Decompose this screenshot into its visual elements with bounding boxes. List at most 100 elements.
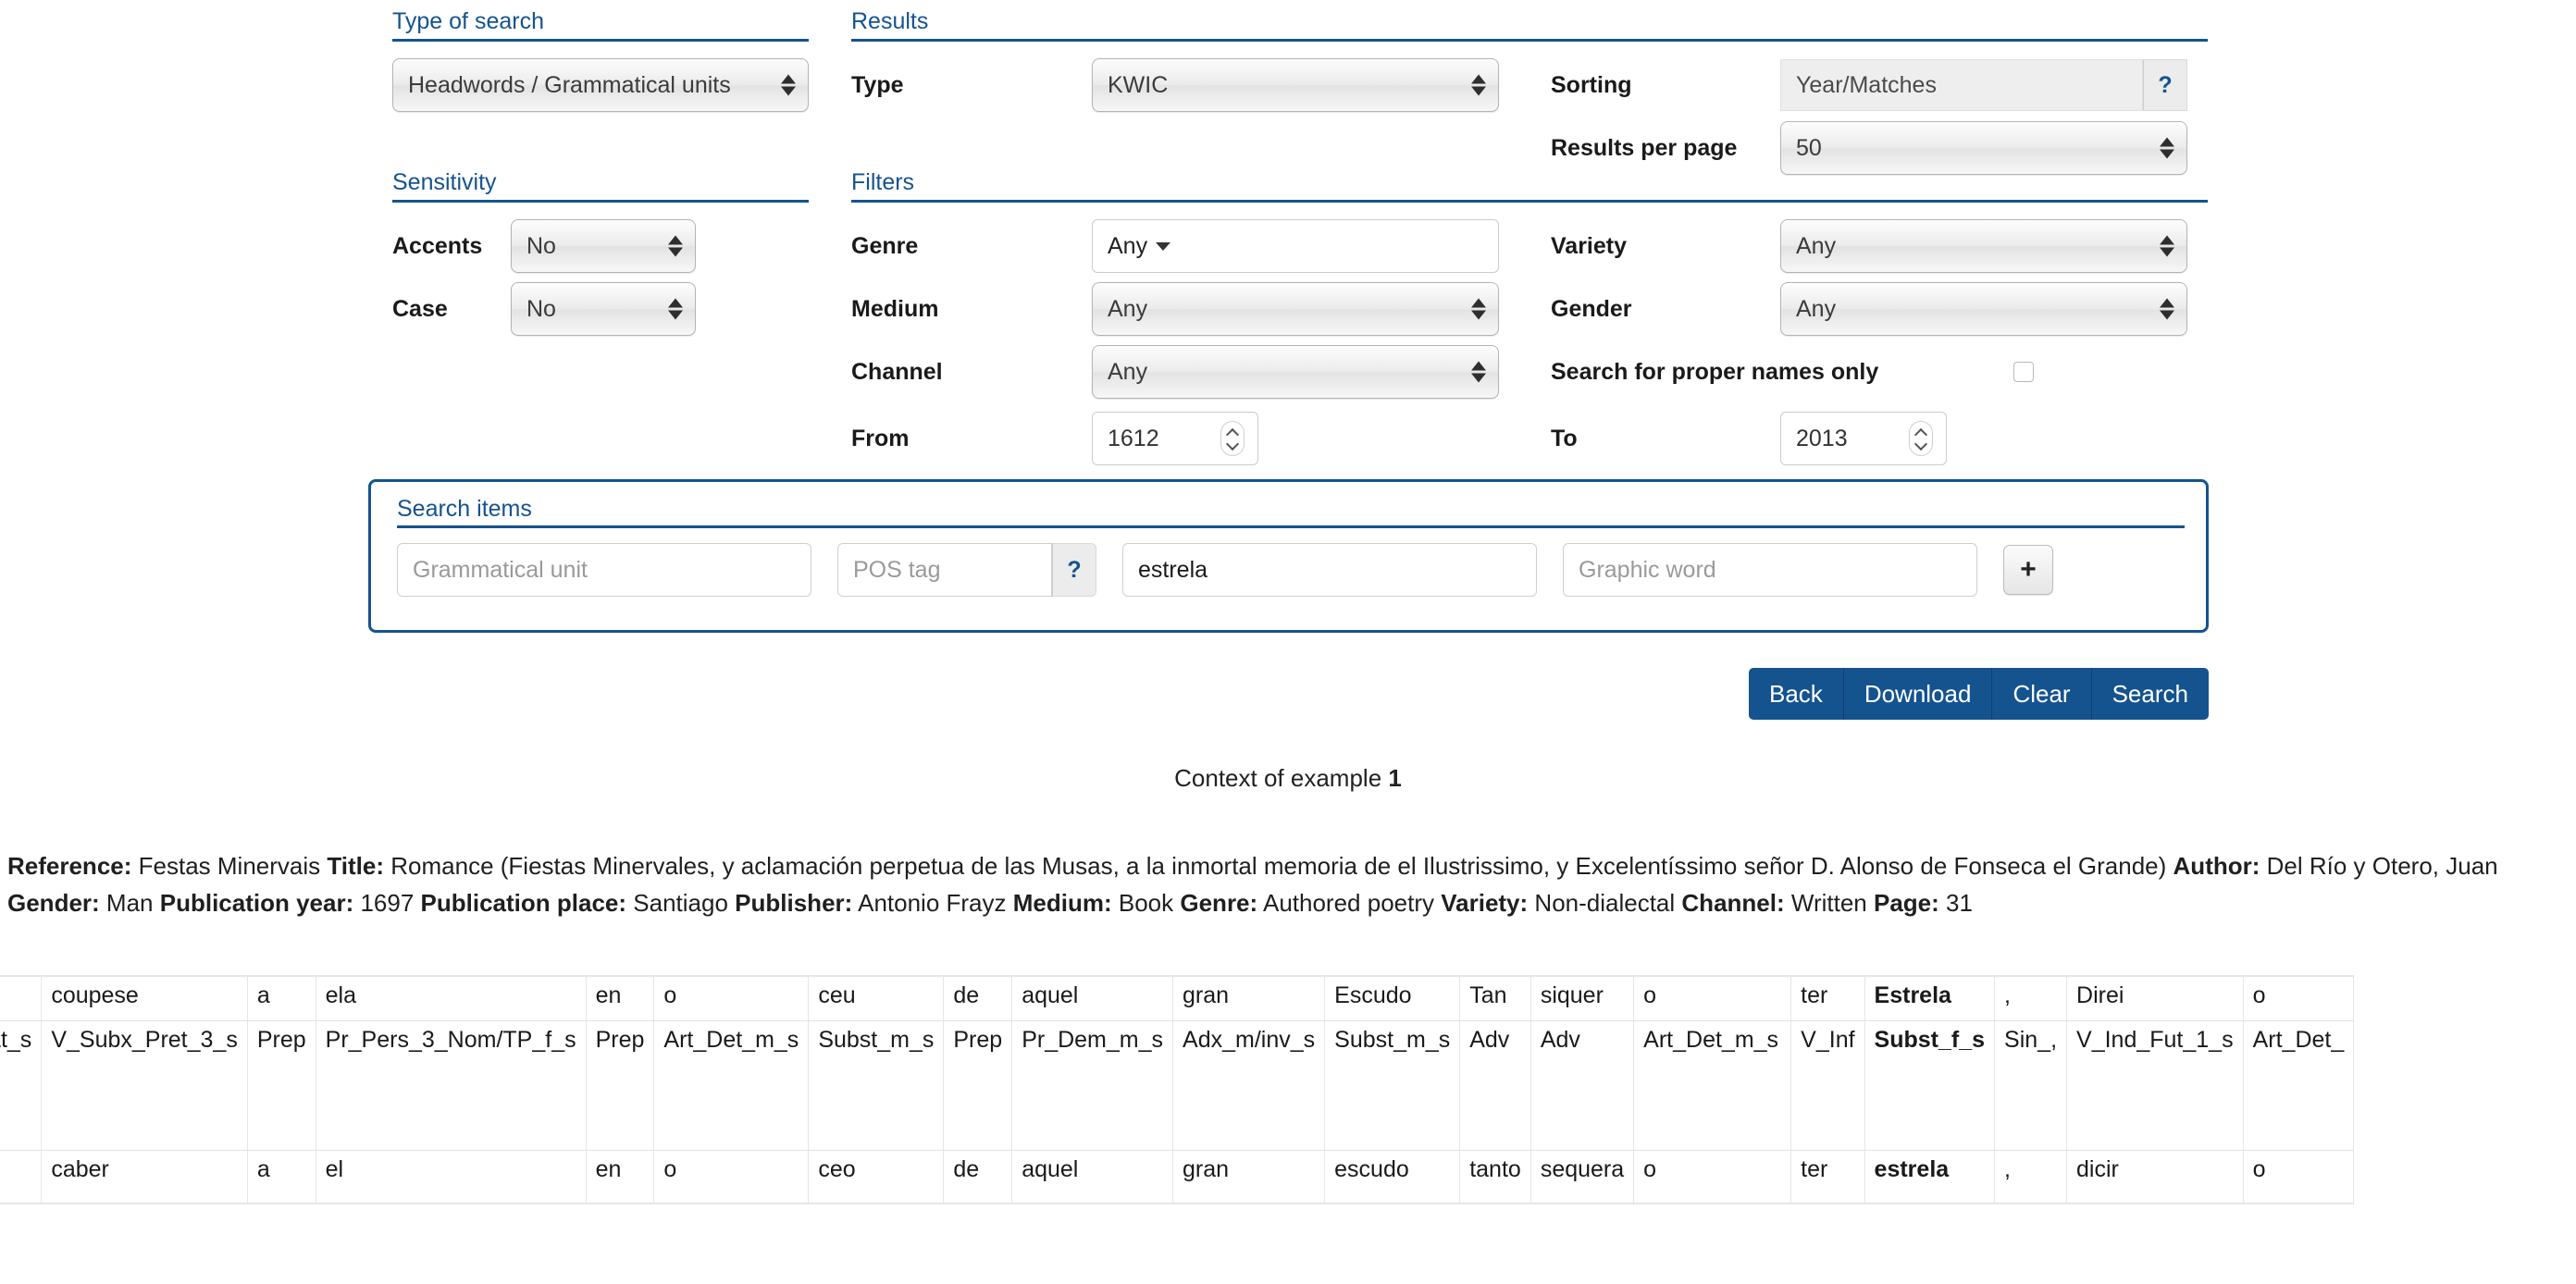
proper-names-checkbox[interactable] [2013, 362, 2034, 382]
publisher-value: Antonio Frayz [858, 889, 1007, 917]
chevron-down-icon [1156, 241, 1171, 251]
reference-block: Reference: Festas Minervais Title: Roman… [7, 847, 2569, 921]
publisher-label: Publisher: [735, 889, 853, 917]
medium-select[interactable]: Any [1092, 282, 1499, 336]
accents-row: Accents No [392, 219, 809, 273]
type-of-search-select[interactable]: Headwords / Grammatical units [392, 58, 809, 112]
select-arrows-icon [781, 74, 796, 96]
genre-dropdown[interactable]: Any [1092, 219, 1499, 273]
variety-label: Variety [1551, 233, 1628, 259]
clear-button[interactable]: Clear [1992, 668, 2092, 720]
kwic-cell: o [2242, 1149, 2355, 1204]
results-per-page-row: Results per page 50 [851, 121, 2208, 175]
kwic-cell: Art_Det_m_s [653, 1019, 810, 1151]
kwic-cell: escudo [1324, 1149, 1461, 1204]
kwic-cell: V_Inf [1790, 1019, 1865, 1151]
sorting-value: Year/Matches [1796, 71, 1937, 98]
results-per-page-value: 50 [1796, 134, 1822, 161]
kwic-cell: Prep [585, 1019, 655, 1151]
kwic-cell: Estrela [1864, 975, 1996, 1021]
kwic-cell: o [1633, 1149, 1792, 1204]
graphic-word-input[interactable]: Graphic word [1563, 543, 1977, 597]
filters-heading: Filters [851, 168, 2208, 203]
kwic-cell: , [1994, 1149, 2068, 1204]
results-heading: Results [851, 7, 2208, 42]
lemma-input[interactable]: estrela [1122, 543, 1537, 597]
kwic-cell: o [2242, 975, 2355, 1021]
sorting-label: Sorting [1551, 72, 1632, 98]
reference-value: Festas Minervais [138, 852, 321, 880]
kwic-cell: Art_Det_ [2242, 1019, 2355, 1151]
kwic-cell: Prep [246, 1019, 316, 1151]
kwic-cell: Sin_, [1994, 1019, 2068, 1151]
kwic-cell: caber [41, 1149, 248, 1204]
kwic-cell: Art_Det_m_s [1633, 1019, 1792, 1151]
number-spinner-icon[interactable] [1220, 421, 1245, 456]
pos-tag-help-button[interactable]: ? [1052, 543, 1096, 597]
grammatical-unit-input[interactable]: Grammatical unit [397, 543, 811, 597]
variety-select[interactable]: Any [1780, 219, 2187, 273]
results-per-page-label: Results per page [1551, 135, 1738, 161]
sorting-help-button[interactable]: ? [2143, 59, 2187, 111]
page-value: 31 [1946, 889, 1973, 917]
kwic-cell: V_Subx_Pret_3_s [41, 1019, 248, 1151]
context-title: Context of example 1 [0, 764, 2576, 793]
channel-value: Any [1108, 358, 1148, 385]
medium-value: Any [1108, 295, 1148, 322]
ref-genre-label: Genre: [1180, 889, 1258, 917]
kwic-cell: en [585, 975, 655, 1021]
results-type-row: Type KWIC Sorting Year/Matches ? [851, 58, 2208, 112]
kwic-cell: Prep [943, 1019, 1013, 1151]
kwic-cell [0, 1149, 43, 1204]
results-type-value: KWIC [1108, 71, 1169, 98]
kwic-cell: o [653, 975, 810, 1021]
kwic-cell: Adv [1459, 1019, 1531, 1151]
publication-year-value: 1697 [360, 889, 415, 917]
from-label: From [851, 426, 910, 451]
variety-value: Any [1796, 232, 1837, 259]
medium-label: Medium [851, 296, 939, 322]
kwic-cell: dicir [2066, 1149, 2244, 1204]
number-spinner-icon[interactable] [1909, 421, 1933, 456]
kwic-cell: ceu [808, 975, 945, 1021]
kwic-cell: en [585, 1149, 655, 1204]
sensitivity-heading: Sensitivity [392, 168, 809, 203]
kwic-cell: tanto [1459, 1149, 1531, 1204]
back-button[interactable]: Back [1749, 668, 1844, 720]
results-per-page-select[interactable]: 50 [1780, 121, 2187, 175]
gender-select[interactable]: Any [1780, 282, 2187, 336]
channel-select[interactable]: Any [1092, 345, 1499, 399]
to-year-value: 2013 [1796, 425, 1848, 451]
pos-tag-input[interactable]: POS tag [837, 543, 1052, 597]
kwic-cell: Subst_m_s [808, 1019, 945, 1151]
search-button[interactable]: Search [2091, 668, 2209, 720]
accents-select[interactable]: No [511, 219, 696, 273]
results-type-select[interactable]: KWIC [1092, 58, 1499, 112]
genre-label: Genre [851, 233, 919, 259]
from-year-input[interactable]: 1612 [1092, 412, 1258, 465]
download-button[interactable]: Download [1843, 668, 1993, 720]
ref-variety-label: Variety: [1441, 889, 1529, 917]
select-arrows-icon [1471, 74, 1486, 96]
title-label: Title: [327, 852, 385, 880]
gender-value: Any [1796, 295, 1837, 322]
select-arrows-icon [2160, 137, 2174, 159]
ref-medium-value: Book [1118, 889, 1174, 917]
to-year-input[interactable]: 2013 [1780, 412, 1947, 465]
genre-variety-row: Genre Any Variety Any [851, 219, 2208, 273]
case-select[interactable]: No [511, 282, 696, 336]
kwic-cell: Pr_Dem_m_s [1011, 1019, 1174, 1151]
sensitivity-section: Sensitivity Accents No Case No [392, 168, 809, 336]
sorting-field[interactable]: Year/Matches [1780, 59, 2143, 111]
kwic-cell: gran [1172, 1149, 1326, 1204]
select-arrows-icon [2160, 235, 2174, 257]
add-search-item-button[interactable]: + [2003, 545, 2053, 595]
context-example-number: 1 [1388, 764, 1402, 792]
results-section: Results Type KWIC Sorting Year/Matches ?… [851, 7, 2208, 184]
publication-place-label: Publication place: [420, 889, 627, 917]
kwic-cell: ceo [808, 1149, 945, 1204]
ref-variety-value: Non-dialectal [1534, 889, 1676, 917]
case-label: Case [392, 296, 448, 322]
filters-section: Filters Genre Any Variety Any Medium Any… [851, 168, 2208, 475]
kwic-table: coupese a ela en o ceu de aquel gran Escudo Tan siq… [0, 975, 2355, 1204]
